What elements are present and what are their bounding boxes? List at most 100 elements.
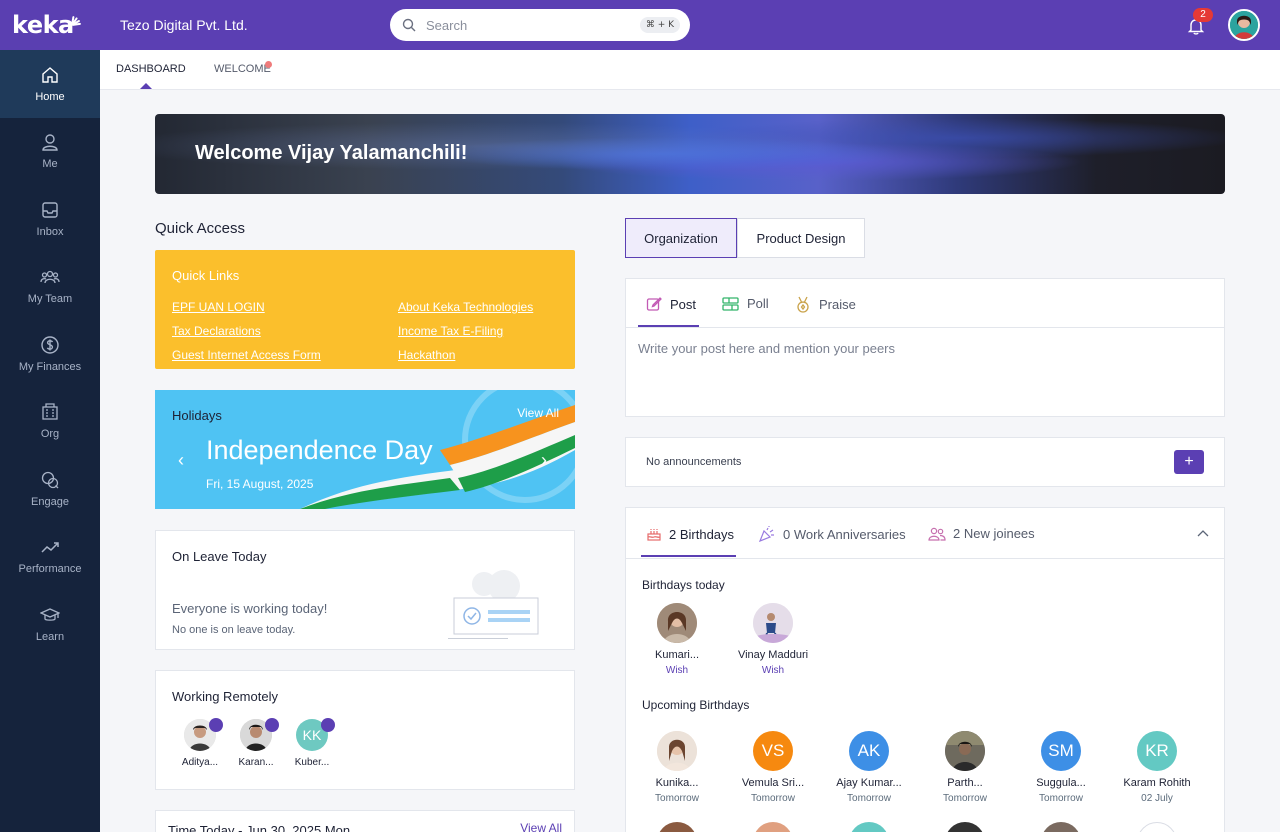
tab-new-joinees-label: 2 New joinees	[953, 526, 1035, 541]
search-input[interactable]	[426, 17, 640, 33]
holiday-date: Fri, 15 August, 2025	[206, 477, 314, 491]
time-today-view-all-link[interactable]: View All	[520, 821, 562, 832]
search-bar[interactable]: ⌘ + K	[390, 9, 690, 41]
sub-tabs: DASHBOARD WELCOME	[100, 50, 1280, 90]
birthday-date: Tomorrow	[751, 793, 795, 804]
time-today-card: Time Today - Jun 30, 2025 Mon View All	[155, 810, 575, 832]
link-guest-internet-form[interactable]: Guest Internet Access Form	[172, 348, 321, 362]
link-epf-uan-login[interactable]: EPF UAN LOGIN	[172, 300, 265, 314]
tab-birthdays[interactable]: 2 Birthdays	[646, 526, 734, 542]
collapse-chevron-icon[interactable]	[1197, 526, 1209, 540]
tab-dashboard[interactable]: DASHBOARD	[116, 63, 186, 75]
working-remotely-title: Working Remotely	[172, 689, 278, 704]
avatar[interactable]: SM	[1041, 731, 1081, 771]
chevron-right-icon[interactable]: ›	[541, 450, 547, 471]
link-hackathon[interactable]: Hackathon	[398, 348, 455, 362]
keka-logo[interactable]: keka	[0, 0, 100, 50]
announcements-empty-text: No announcements	[646, 456, 742, 468]
sidebar-item-label: Home	[35, 90, 65, 103]
holiday-name: Independence Day	[206, 435, 433, 465]
link-income-tax-efiling[interactable]: Income Tax E-Filing	[398, 324, 503, 338]
birthday-date: Tomorrow	[847, 793, 891, 804]
avatar[interactable]: KR	[1137, 731, 1177, 771]
tab-work-anniversaries[interactable]: 0 Work Anniversaries	[758, 526, 906, 542]
tab-new-joinees[interactable]: 2 New joinees	[928, 526, 1035, 541]
tab-poll[interactable]: Poll	[722, 296, 769, 311]
tab-welcome[interactable]: WELCOME	[214, 63, 271, 75]
active-tab-indicator	[140, 83, 152, 89]
team-icon	[40, 271, 60, 284]
link-about-keka[interactable]: About Keka Technologies	[398, 300, 533, 314]
tab-poll-label: Poll	[747, 296, 769, 311]
sidebar-item-engage[interactable]: Engage	[0, 455, 100, 523]
sidebar-item-me[interactable]: Me	[0, 118, 100, 186]
sidebar-item-label: My Finances	[18, 360, 82, 373]
avatar-image	[657, 603, 697, 643]
avatar-image	[1230, 11, 1258, 39]
quick-access-title: Quick Access	[155, 220, 246, 237]
avatar[interactable]: VS	[753, 731, 793, 771]
tab-praise-label: Praise	[819, 297, 856, 312]
user-avatar[interactable]	[1228, 9, 1260, 41]
cake-icon	[647, 529, 661, 541]
avatar[interactable]	[945, 731, 985, 771]
sidebar-item-my-finances[interactable]: My Finances	[0, 320, 100, 388]
events-tab-underline	[641, 555, 736, 557]
remote-home-badge	[209, 718, 223, 732]
empty-state-illustration	[448, 570, 539, 639]
link-tax-declarations[interactable]: Tax Declarations	[172, 324, 261, 338]
tab-post[interactable]: Post	[646, 296, 696, 312]
tab-praise[interactable]: Praise	[795, 296, 856, 313]
avatar[interactable]	[657, 603, 697, 643]
sidebar-item-home[interactable]: Home	[0, 50, 100, 118]
sidebar-item-label: Engage	[31, 495, 69, 508]
avatar[interactable]	[753, 603, 793, 643]
wish-link[interactable]: Wish	[728, 665, 818, 676]
welcome-unread-dot	[265, 61, 272, 68]
logo-rays-icon	[70, 8, 90, 28]
tab-product-design[interactable]: Product Design	[737, 218, 865, 258]
sidebar-item-inbox[interactable]: Inbox	[0, 185, 100, 253]
welcome-banner: Welcome Vijay Yalamanchili!	[155, 114, 1225, 194]
engage-icon	[41, 471, 59, 489]
tab-organization[interactable]: Organization	[625, 218, 737, 258]
chevron-left-icon[interactable]: ‹	[178, 450, 184, 471]
quick-links-title: Quick Links	[172, 268, 240, 283]
quick-links-card: Quick Links EPF UAN LOGIN About Keka Tec…	[155, 250, 575, 369]
notification-count-badge: 2	[1193, 8, 1213, 22]
on-leave-message: Everyone is working today!	[172, 601, 328, 616]
search-shortcut: ⌘ + K	[639, 17, 680, 33]
search-icon	[402, 18, 416, 32]
org-icon	[42, 403, 58, 420]
avatar-image	[753, 603, 793, 643]
post-input[interactable]: Write your post here and mention your pe…	[638, 341, 895, 356]
birthday-person-name: Vinay Madduri	[737, 649, 809, 661]
sidebar-item-label: Learn	[35, 630, 65, 643]
top-bar: Tezo Digital Pvt. Ltd. ⌘ + K 2	[100, 0, 1280, 50]
add-announcement-button[interactable]: +	[1174, 450, 1204, 474]
sidebar-item-my-team[interactable]: My Team	[0, 253, 100, 321]
birthday-person-name: Ajay Kumar...	[836, 777, 902, 789]
sidebar-item-learn[interactable]: Learn	[0, 590, 100, 658]
chevron-up-icon	[1197, 530, 1209, 537]
divider	[626, 558, 1224, 559]
birthday-date: Tomorrow	[1039, 793, 1083, 804]
birthday-person-name: Kunika...	[655, 777, 699, 789]
remote-home-badge	[321, 718, 335, 732]
divider	[626, 327, 1224, 328]
birthday-person-name: Kumari...	[654, 649, 699, 661]
org-name: Tezo Digital Pvt. Ltd.	[120, 17, 248, 33]
avatar[interactable]: AK	[849, 731, 889, 771]
birthday-date: 02 July	[1141, 793, 1173, 804]
user-icon	[42, 134, 58, 151]
sidebar-item-org[interactable]: Org	[0, 388, 100, 456]
holidays-view-all-link[interactable]: View All	[517, 406, 559, 420]
sidebar-item-label: My Team	[27, 293, 73, 306]
holidays-title: Holidays	[172, 408, 222, 423]
wish-link[interactable]: Wish	[632, 665, 722, 676]
sidebar-item-label: Performance	[18, 563, 82, 576]
sidebar-item-performance[interactable]: Performance	[0, 523, 100, 591]
edit-icon	[646, 297, 662, 311]
avatar[interactable]	[657, 731, 697, 771]
upcoming-birthdays-title: Upcoming Birthdays	[642, 698, 750, 712]
